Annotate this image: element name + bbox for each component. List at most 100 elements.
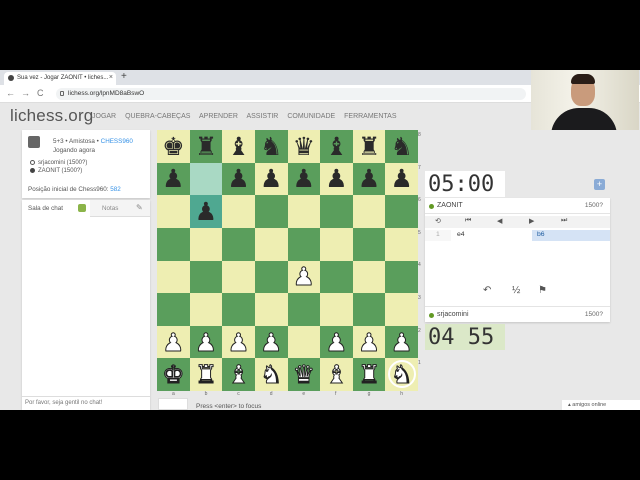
nav-assistir[interactable]: ASSISTIR	[246, 113, 278, 120]
black-player-entry[interactable]: ZAONIT (1500?)	[30, 168, 82, 174]
black-bishop-icon[interactable]: ♝	[325, 134, 347, 159]
square-a7[interactable]: ♟	[157, 162, 190, 196]
white-bishop-icon[interactable]: ♝	[325, 362, 348, 388]
square-b4[interactable]	[189, 260, 223, 294]
square-g8[interactable]: ♜	[352, 130, 386, 163]
variant-link[interactable]: CHESS960	[101, 138, 133, 145]
nav-quebra-cabecas[interactable]: QUEBRA-CABEÇAS	[125, 113, 190, 120]
square-f1[interactable]: ♝	[320, 358, 353, 391]
square-d2[interactable]: ♟	[254, 325, 288, 359]
keyboard-move-input[interactable]	[158, 398, 188, 410]
square-f4[interactable]	[320, 260, 353, 294]
chess-board[interactable]: ♚ ♜ ♝ ♞ ♛ ♝ ♜ ♞ ♟ ♟ ♟ ♟ ♟ ♟ ♟ ♟ ♟ ♟ ♟ ♟ ♟ ♟ ♟ ♟ ♚ ♜ ♝ ♞ ♛ ♝ ♜ ♞	[157, 130, 418, 391]
prev-move-icon[interactable]: ◀	[497, 217, 502, 225]
black-knight-icon[interactable]: ♞	[260, 134, 282, 159]
first-move-icon[interactable]: ⏮	[465, 217, 471, 225]
square-d6[interactable]	[254, 195, 288, 228]
white-pawn-icon[interactable]: ♟	[194, 329, 217, 355]
square-d1[interactable]: ♞	[254, 358, 288, 391]
initial-position-number[interactable]: 582	[110, 186, 121, 193]
nav-aprender[interactable]: APRENDER	[199, 113, 238, 120]
nav-comunidade[interactable]: COMUNIDADE	[287, 113, 335, 120]
black-pawn-icon[interactable]: ♟	[293, 166, 315, 191]
black-pawn-icon[interactable]: ♟	[358, 166, 380, 191]
black-move[interactable]: b6	[532, 230, 610, 241]
white-queen-icon[interactable]: ♛	[292, 362, 315, 388]
black-bishop-icon[interactable]: ♝	[227, 134, 249, 159]
takeback-icon[interactable]: ↶	[483, 285, 491, 296]
player-name[interactable]: srjacomini	[437, 311, 469, 318]
white-pawn-icon[interactable]: ♟	[292, 264, 315, 290]
square-d7[interactable]: ♟	[254, 162, 288, 196]
chat-toggle[interactable]	[78, 204, 86, 212]
square-g4[interactable]	[352, 260, 386, 294]
square-g5[interactable]	[352, 227, 386, 261]
square-g6[interactable]	[352, 195, 386, 228]
black-queen-icon[interactable]: ♛	[293, 134, 315, 159]
square-g1[interactable]: ♜	[352, 358, 386, 391]
square-c5[interactable]	[222, 227, 255, 261]
square-f5[interactable]	[320, 227, 353, 261]
tab-chat-room[interactable]: Sala de chat	[22, 200, 90, 217]
square-f8[interactable]: ♝	[320, 130, 353, 163]
white-pawn-icon[interactable]: ♟	[259, 329, 282, 355]
white-pawn-icon[interactable]: ♟	[390, 329, 413, 355]
give-time-button[interactable]: +	[594, 179, 605, 190]
white-knight-icon[interactable]: ♞	[259, 362, 282, 388]
tab-notes[interactable]: Notas	[102, 205, 118, 212]
url-field[interactable]: lichess.org/lpnMD8aBswO	[56, 88, 526, 100]
friends-online-button[interactable]: ▴ amigos online	[562, 400, 640, 410]
nav-ferramentas[interactable]: FERRAMENTAS	[344, 113, 396, 120]
site-logo[interactable]: lichess.org	[10, 106, 93, 126]
black-pawn-icon[interactable]: ♟	[227, 166, 249, 191]
square-h8[interactable]: ♞	[385, 130, 418, 163]
back-icon[interactable]: ←	[6, 88, 15, 98]
square-g7[interactable]: ♟	[352, 162, 386, 196]
white-pawn-icon[interactable]: ♟	[357, 329, 380, 355]
black-pawn-icon[interactable]: ♟	[195, 199, 217, 224]
tab-close-icon[interactable]: ×	[109, 74, 113, 81]
white-move[interactable]: e4	[457, 231, 465, 238]
chat-settings-icon[interactable]: ✎	[136, 203, 143, 212]
reload-icon[interactable]: C	[37, 88, 44, 98]
board-grid[interactable]: ♚ ♜ ♝ ♞ ♛ ♝ ♜ ♞ ♟ ♟ ♟ ♟ ♟ ♟ ♟ ♟ ♟ ♟ ♟ ♟ ♟ ♟ ♟ ♟ ♚ ♜ ♝ ♞ ♛ ♝ ♜ ♞	[157, 130, 418, 391]
white-pawn-icon[interactable]: ♟	[325, 329, 348, 355]
square-h7[interactable]: ♟	[385, 162, 418, 196]
square-b5[interactable]	[189, 227, 223, 261]
square-b3[interactable]	[189, 293, 223, 326]
square-e3[interactable]	[287, 293, 321, 326]
square-g3[interactable]	[352, 293, 386, 326]
square-e7[interactable]: ♟	[287, 162, 321, 196]
white-rook-icon[interactable]: ♜	[357, 362, 380, 388]
square-a2[interactable]: ♟	[157, 325, 190, 359]
square-h4[interactable]	[385, 260, 418, 294]
square-e1[interactable]: ♛	[287, 358, 321, 391]
last-move-icon[interactable]: ⏭	[561, 217, 567, 225]
square-a5[interactable]	[157, 227, 190, 261]
square-c3[interactable]	[222, 293, 255, 326]
black-rook-icon[interactable]: ♜	[358, 134, 380, 159]
square-h6[interactable]	[385, 195, 418, 228]
square-h3[interactable]	[385, 293, 418, 326]
square-d4[interactable]	[254, 260, 288, 294]
square-f2[interactable]: ♟	[320, 325, 353, 359]
black-pawn-icon[interactable]: ♟	[325, 166, 347, 191]
new-tab-button[interactable]: +	[121, 71, 127, 82]
square-e8[interactable]: ♛	[287, 130, 321, 163]
black-knight-icon[interactable]: ♞	[390, 134, 412, 159]
square-d5[interactable]	[254, 227, 288, 261]
square-b2[interactable]: ♟	[189, 325, 223, 359]
black-pawn-icon[interactable]: ♟	[390, 166, 412, 191]
square-a3[interactable]	[157, 293, 190, 326]
square-e6[interactable]	[287, 195, 321, 228]
white-king-icon[interactable]: ♚	[162, 362, 185, 388]
white-player-entry[interactable]: srjacomini (1500?)	[30, 160, 87, 166]
nav-jogar[interactable]: JOGAR	[92, 113, 116, 120]
black-rook-icon[interactable]: ♜	[195, 134, 217, 159]
browser-tab[interactable]: Sua vez - Jogar ZAONIT • liches... ×	[4, 72, 116, 85]
square-h5[interactable]	[385, 227, 418, 261]
white-pawn-icon[interactable]: ♟	[227, 329, 250, 355]
square-c6[interactable]	[222, 195, 255, 228]
square-h2[interactable]: ♟	[385, 325, 418, 359]
offer-draw-button[interactable]: ½	[512, 285, 520, 296]
